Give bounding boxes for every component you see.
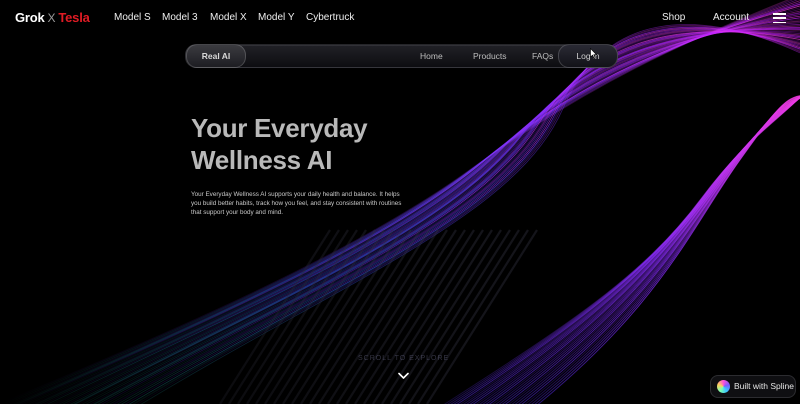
pill-link-products[interactable]: Products [473,51,507,61]
nav-link-model-y[interactable]: Model Y [258,12,295,23]
brand-grok: Grok [15,10,45,25]
login-button[interactable]: Log in [558,44,618,68]
nav-link-model-s[interactable]: Model S [114,12,151,23]
pill-navigation: Real AI Home Products FAQs Log in [185,44,618,68]
pill-link-faqs[interactable]: FAQs [532,51,553,61]
pill-link-home[interactable]: Home [420,51,443,61]
top-navigation: Grok X Tesla Model S Model 3 Model X Model… [0,0,800,36]
nav-link-shop[interactable]: Shop [662,12,685,23]
hero-title-line-1: Your Everyday [191,113,368,143]
brand-tesla: Tesla [58,10,90,25]
nav-link-model-3[interactable]: Model 3 [162,12,198,23]
mouse-cursor-icon [590,48,597,59]
hero-title-line-2: Wellness AI [191,145,333,175]
hero-title: Your Everyday Wellness AI [191,112,451,176]
nav-link-model-x[interactable]: Model X [210,12,247,23]
spline-badge-label: Built with Spline [734,381,795,391]
hamburger-menu-icon[interactable] [773,13,786,24]
chevron-down-icon[interactable] [398,372,409,380]
scroll-hint-text: SCROLL TO EXPLORE [358,355,450,362]
built-with-spline-badge[interactable]: Built with Spline [710,375,796,398]
nav-link-cybertruck[interactable]: Cybertruck [306,12,354,23]
brand-logo[interactable]: Grok X Tesla [15,10,90,25]
hero-description: Your Everyday Wellness AI supports your … [191,191,402,216]
nav-link-account[interactable]: Account [713,12,749,23]
pill-brand-button[interactable]: Real AI [186,44,246,68]
spline-logo-icon [717,380,730,393]
brand-separator: X [47,11,56,25]
